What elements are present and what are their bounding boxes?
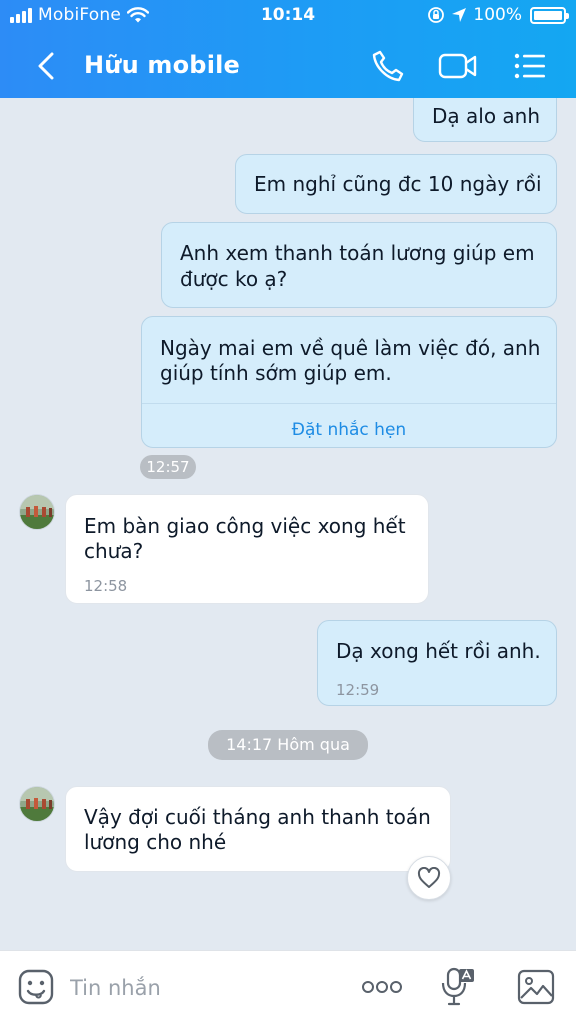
sticker-icon [18,969,54,1005]
heart-icon [417,867,441,888]
phone-icon [372,50,404,82]
nav-bar: Hữu mobile [0,36,576,96]
message-outgoing[interactable]: Em nghỉ cũng đc 10 ngày rồi [235,154,557,214]
avatar[interactable] [19,494,55,530]
message-text-line: lương cho nhé [84,830,227,854]
battery-percent: 100% [473,5,522,25]
more-button[interactable] [360,965,404,1009]
more-icon [362,981,402,993]
voice-to-text-icon [441,967,474,1006]
video-call-icon [438,53,477,79]
message-list[interactable]: Dạ alo anh Em nghỉ cũng đc 10 ngày rồi A… [0,98,576,950]
message-time-badge: 12:57 [140,455,196,479]
avatar[interactable] [19,786,55,822]
video-call-button[interactable] [438,46,478,86]
status-right: 100% [427,5,569,25]
image-button[interactable] [514,965,558,1009]
input-bar [0,950,576,1024]
message-text-line: Vậy đợi cuối tháng anh thanh toán [84,805,431,829]
date-divider: 14:17 Hôm qua [208,730,368,760]
message-incoming[interactable]: Em bàn giao công việc xong hết chưa? 12:… [65,494,429,604]
message-outgoing[interactable]: Dạ xong hết rồi anh. 12:59 [317,620,557,706]
divider [142,403,556,404]
back-button[interactable] [28,48,64,84]
message-text-line: Em bàn giao công việc xong hết [84,514,406,538]
message-outgoing[interactable]: Anh xem thanh toán lương giúp em được ko… [161,222,557,308]
back-chevron-icon [38,52,54,80]
avatar-image [20,495,54,529]
message-input[interactable] [70,969,340,1007]
message-text-line: được ko ạ? [180,267,288,291]
avatar-image [20,787,54,821]
message-outgoing-with-reminder[interactable]: Ngày mai em về quê làm việc đó, anh giúp… [141,316,557,448]
sticker-button[interactable] [14,965,58,1009]
location-icon [452,8,467,22]
menu-button[interactable] [510,46,550,86]
message-text-line: Anh xem thanh toán lương giúp em [180,241,535,265]
menu-list-icon [514,53,545,79]
voice-to-text-button[interactable] [436,965,480,1009]
message-text: Em nghỉ cũng đc 10 ngày rồi [254,172,542,196]
message-time: 12:59 [336,681,380,699]
message-text-line: Ngày mai em về quê làm việc đó, anh [160,336,541,360]
message-text: Dạ alo anh [432,104,541,128]
message-text-line: chưa? [84,539,144,563]
message-time: 12:58 [84,577,128,595]
message-text: Dạ xong hết rồi anh. [336,639,541,663]
battery-icon [530,6,569,24]
react-button[interactable] [407,856,451,900]
message-incoming[interactable]: Vậy đợi cuối tháng anh thanh toán lương … [65,786,451,872]
chat-header: MobiFone 10:14 100% Hữu mobile [0,0,576,98]
call-button[interactable] [368,46,408,86]
message-text-line: giúp tính sớm giúp em. [160,361,392,385]
contact-name[interactable]: Hữu mobile [84,51,240,79]
rotation-lock-icon [428,7,445,23]
status-bar: MobiFone 10:14 100% [0,0,576,32]
message-outgoing[interactable]: Dạ alo anh [413,98,557,142]
image-icon [517,969,555,1005]
set-reminder-link[interactable]: Đặt nhắc hẹn [142,417,556,443]
